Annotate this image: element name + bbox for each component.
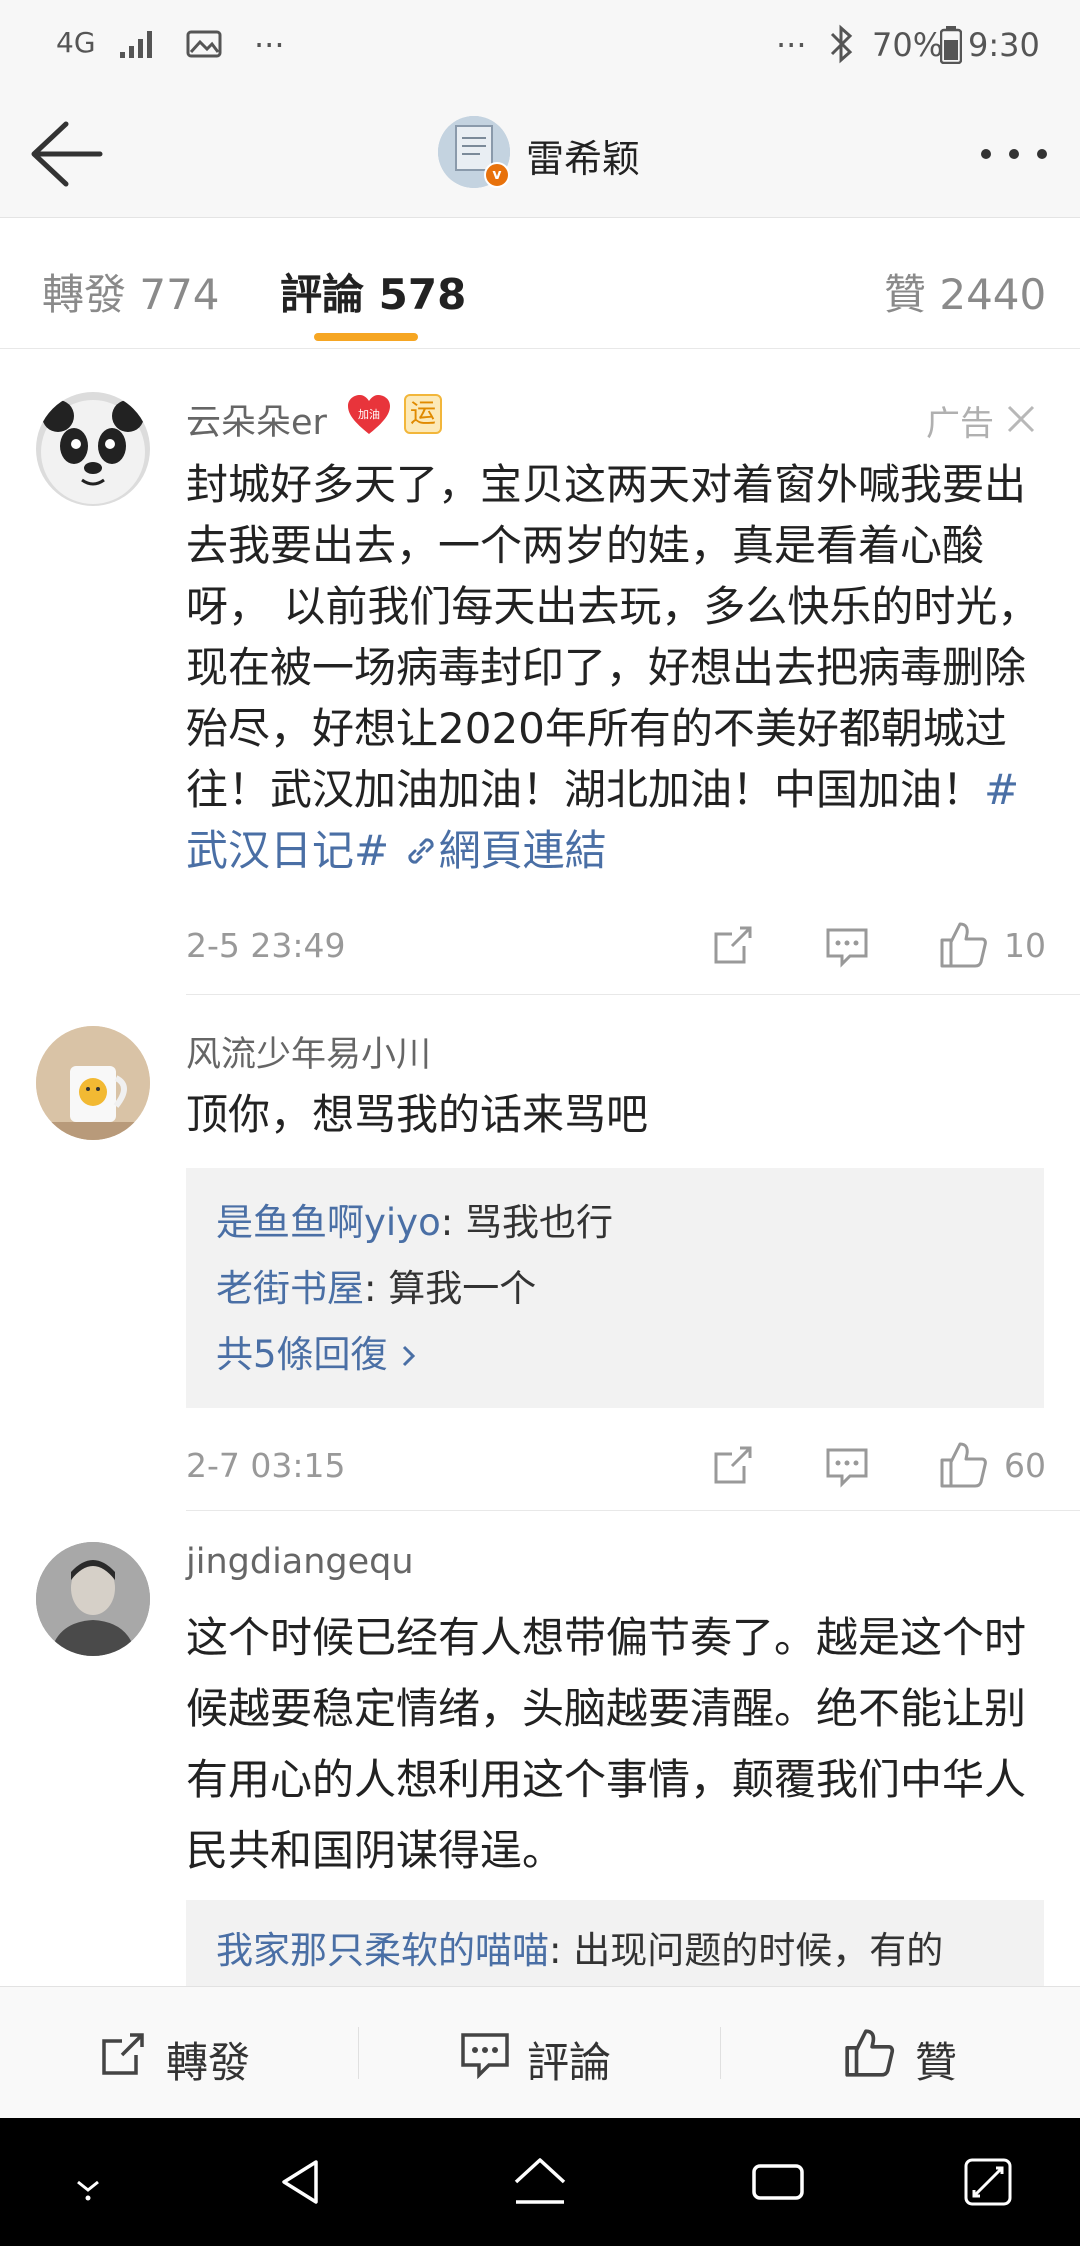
user-avatar[interactable]: [36, 1542, 150, 1656]
verified-badge: v: [484, 162, 510, 188]
reply-item: 我家那只柔软的喵喵: 出现问题的时候，有的: [216, 1920, 943, 1974]
like-count: 10: [1004, 926, 1046, 965]
like-icon[interactable]: [938, 1440, 988, 1490]
view-all-replies-label: 共5條回復: [216, 1333, 388, 1376]
reply-box[interactable]: 是鱼鱼啊yiyo: 骂我也行 老街书屋: 算我一个 共5條回復: [186, 1168, 1044, 1408]
bottom-action-bar: 轉發 評論 贊: [0, 1986, 1080, 2118]
more-options-icon[interactable]: [976, 130, 1056, 178]
close-ad-icon[interactable]: [1006, 404, 1036, 434]
active-tab-indicator: [314, 333, 418, 341]
page-title: 雷希颖: [526, 137, 641, 181]
heart-badge-icon: 加油: [348, 395, 390, 434]
reply-username[interactable]: 老街书屋: [216, 1267, 364, 1310]
gallery-icon: [186, 30, 222, 58]
comment-icon[interactable]: [824, 924, 870, 970]
reply-box[interactable]: 我家那只柔软的喵喵: 出现问题的时候，有的: [186, 1900, 1044, 1986]
notification-more: ···: [254, 26, 285, 64]
comment-item: 风流少年易小川 顶你，想骂我的话来骂吧 是鱼鱼啊yiyo: 骂我也行 老街书屋:…: [0, 996, 1080, 1510]
web-link-label: 網頁連結: [438, 826, 607, 875]
share-icon[interactable]: [710, 1442, 756, 1488]
yun-badge: 运: [404, 394, 442, 434]
like-bar-icon: [845, 2029, 895, 2077]
comment-divider: [186, 994, 1080, 995]
reply-item: 是鱼鱼啊yiyo: 骂我也行: [216, 1192, 613, 1246]
comment-label: 評論: [527, 2038, 612, 2087]
comment-text: 封城好多天了，宝贝这两天对着窗外喊我要出去我要出去，一个两岁的娃，真是看着心酸呀…: [186, 454, 1046, 881]
comment-time: 2-7 03:15: [186, 1446, 346, 1485]
comment-text: 顶你，想骂我的话来骂吧: [186, 1090, 649, 1139]
comment-item: jingdiangequ 这个时候已经有人想带偏节奏了。越是这个时候越要稳定情绪…: [0, 1512, 1080, 1986]
reply-username[interactable]: 是鱼鱼啊yiyo: [216, 1201, 441, 1244]
clock: 9:30: [968, 26, 1040, 64]
top-nav: v 雷希颖: [0, 90, 1080, 218]
username[interactable]: 云朵朵er: [186, 394, 327, 445]
comment-time: 2-5 23:49: [186, 926, 346, 965]
reply-item: 老街书屋: 算我一个: [216, 1258, 536, 1312]
share-icon[interactable]: [710, 922, 756, 968]
system-nav-bar: [0, 2118, 1080, 2246]
like-label: 贊: [915, 2038, 958, 2087]
rotate-screen-icon[interactable]: [958, 2152, 1018, 2212]
portrait-avatar-image: [36, 1542, 150, 1656]
tab-likes[interactable]: 贊 2440: [884, 261, 1046, 322]
nav-recents-icon[interactable]: [748, 2152, 808, 2212]
like-icon[interactable]: [938, 920, 988, 970]
battery-icon: [940, 26, 962, 64]
comment-item: 云朵朵er 加油 运 广告 封城好多天了，宝贝这两天对着窗外喊我要出去我要出去，…: [0, 350, 1080, 990]
repost-label: 轉發: [166, 2038, 251, 2087]
reply-text: : 出现问题的时候，有的: [549, 1929, 944, 1972]
nav-home-icon[interactable]: [510, 2152, 570, 2212]
comment-divider: [186, 1510, 1080, 1511]
tab-comments[interactable]: 評論 578: [280, 261, 466, 322]
signal-icon: [120, 31, 152, 58]
reply-text: : 骂我也行: [440, 1201, 613, 1244]
panda-avatar-image: [41, 400, 145, 504]
back-icon[interactable]: [26, 118, 106, 190]
status-bar: 4G ··· ··· 70% 9:30: [0, 0, 1080, 90]
ad-label: 广告: [926, 404, 994, 444]
chevron-right-icon: [402, 1345, 415, 1367]
repost-button[interactable]: 轉發: [0, 1987, 358, 2119]
username[interactable]: 风流少年易小川: [186, 1026, 431, 1077]
tab-bar: 轉發 774 評論 578 贊 2440: [0, 219, 1080, 349]
nav-back-icon[interactable]: [272, 2152, 332, 2212]
user-avatar[interactable]: [36, 392, 150, 506]
comment-button[interactable]: 評論: [359, 1987, 719, 2119]
hide-keyboard-icon[interactable]: [58, 2152, 118, 2212]
user-avatar[interactable]: [36, 1026, 150, 1140]
link-icon: [407, 838, 434, 864]
status-more: ···: [776, 26, 807, 64]
comment-body: 封城好多天了，宝贝这两天对着窗外喊我要出去我要出去，一个两岁的娃，真是看着心酸呀…: [186, 460, 1040, 814]
reply-text: : 算我一个: [364, 1267, 537, 1310]
tab-reposts[interactable]: 轉發 774: [42, 261, 220, 322]
network-indicator: 4G: [56, 26, 96, 59]
heart-badge-label: 加油: [358, 407, 380, 421]
reply-username[interactable]: 我家那只柔软的喵喵: [216, 1929, 549, 1972]
like-button[interactable]: 贊: [721, 1987, 1080, 2119]
comment-icon[interactable]: [824, 1444, 870, 1490]
username[interactable]: jingdiangequ: [186, 1542, 414, 1582]
comment-bar-icon: [461, 2033, 509, 2079]
repost-icon: [102, 2033, 144, 2075]
view-all-replies[interactable]: 共5條回復: [216, 1324, 424, 1378]
comment-text: 这个时候已经有人想带偏节奏了。越是这个时候越要稳定情绪，头脑越要清醒。绝不能让别…: [186, 1613, 1027, 1875]
like-count: 60: [1004, 1446, 1046, 1485]
mug-avatar-image: [36, 1026, 150, 1140]
web-link[interactable]: 網頁連結: [403, 826, 607, 875]
battery-percent: 70%: [872, 26, 944, 64]
bluetooth-icon: [830, 24, 853, 64]
